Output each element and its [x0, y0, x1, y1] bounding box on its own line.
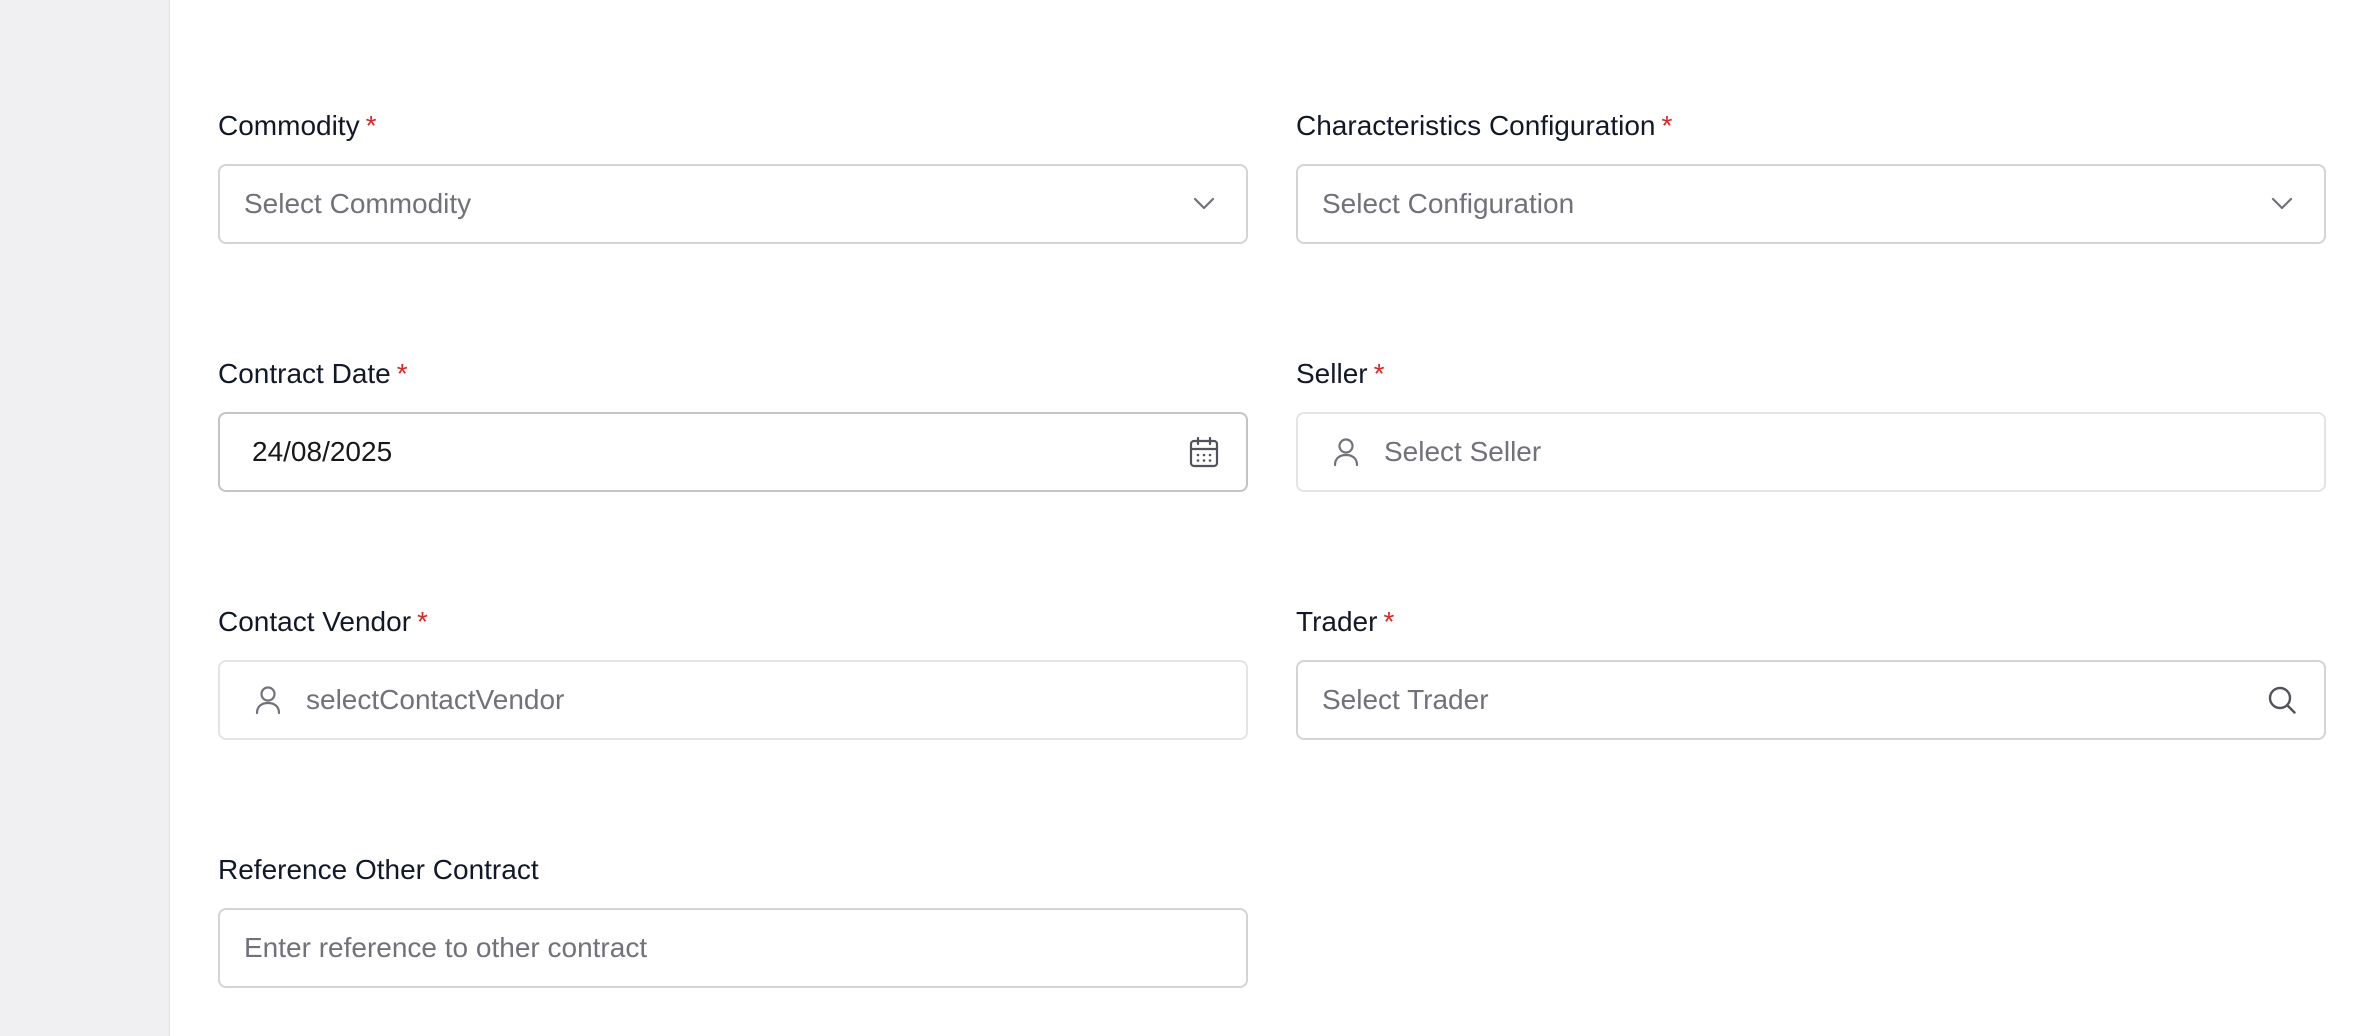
reference-other-contract-input[interactable]: Enter reference to other contract: [218, 908, 1248, 988]
characteristics-configuration-select[interactable]: Select Configuration: [1296, 164, 2326, 244]
commodity-placeholder: Select Commodity: [244, 188, 472, 219]
trader-placeholder: Select Trader: [1322, 684, 1489, 715]
contract-form: Commodity * Select Commodity Characterist…: [218, 0, 2326, 1036]
required-asterisk: *: [1373, 358, 1385, 389]
chevron-down-icon: [2266, 188, 2298, 220]
sidebar: [0, 0, 170, 1036]
contract-date-label: Contract Date *: [218, 358, 408, 389]
user-icon: [252, 684, 284, 716]
required-asterisk: *: [1383, 606, 1395, 637]
trader-label: Trader *: [1296, 606, 1395, 637]
required-asterisk: *: [1661, 110, 1673, 141]
contract-date-value: 24/08/2025: [252, 436, 393, 467]
seller-label: Seller *: [1296, 358, 1385, 389]
calendar-icon[interactable]: [1188, 436, 1220, 468]
seller-select[interactable]: Select Seller: [1296, 412, 2326, 492]
required-asterisk: *: [417, 606, 428, 637]
chevron-down-icon: [1188, 188, 1220, 220]
contact-vendor-label: Contact Vendor *: [218, 606, 428, 637]
reference-other-contract-placeholder: Enter reference to other contract: [244, 932, 648, 963]
user-icon: [1330, 436, 1362, 468]
contact-vendor-placeholder: selectContactVendor: [306, 684, 565, 715]
trader-search-input[interactable]: Select Trader: [1296, 660, 2326, 740]
reference-other-contract-label: Reference Other Contract: [218, 854, 539, 885]
required-asterisk: *: [365, 110, 377, 141]
required-asterisk: *: [396, 358, 408, 389]
search-icon[interactable]: [2266, 684, 2298, 716]
commodity-label: Commodity *: [218, 110, 377, 141]
commodity-select[interactable]: Select Commodity: [218, 164, 1248, 244]
seller-placeholder: Select Seller: [1384, 436, 1542, 467]
characteristics-configuration-placeholder: Select Configuration: [1322, 188, 1575, 219]
contract-date-input[interactable]: 24/08/2025: [218, 412, 1248, 492]
contact-vendor-select[interactable]: selectContactVendor: [218, 660, 1248, 740]
characteristics-configuration-label: Characteristics Configuration *: [1296, 110, 1673, 141]
